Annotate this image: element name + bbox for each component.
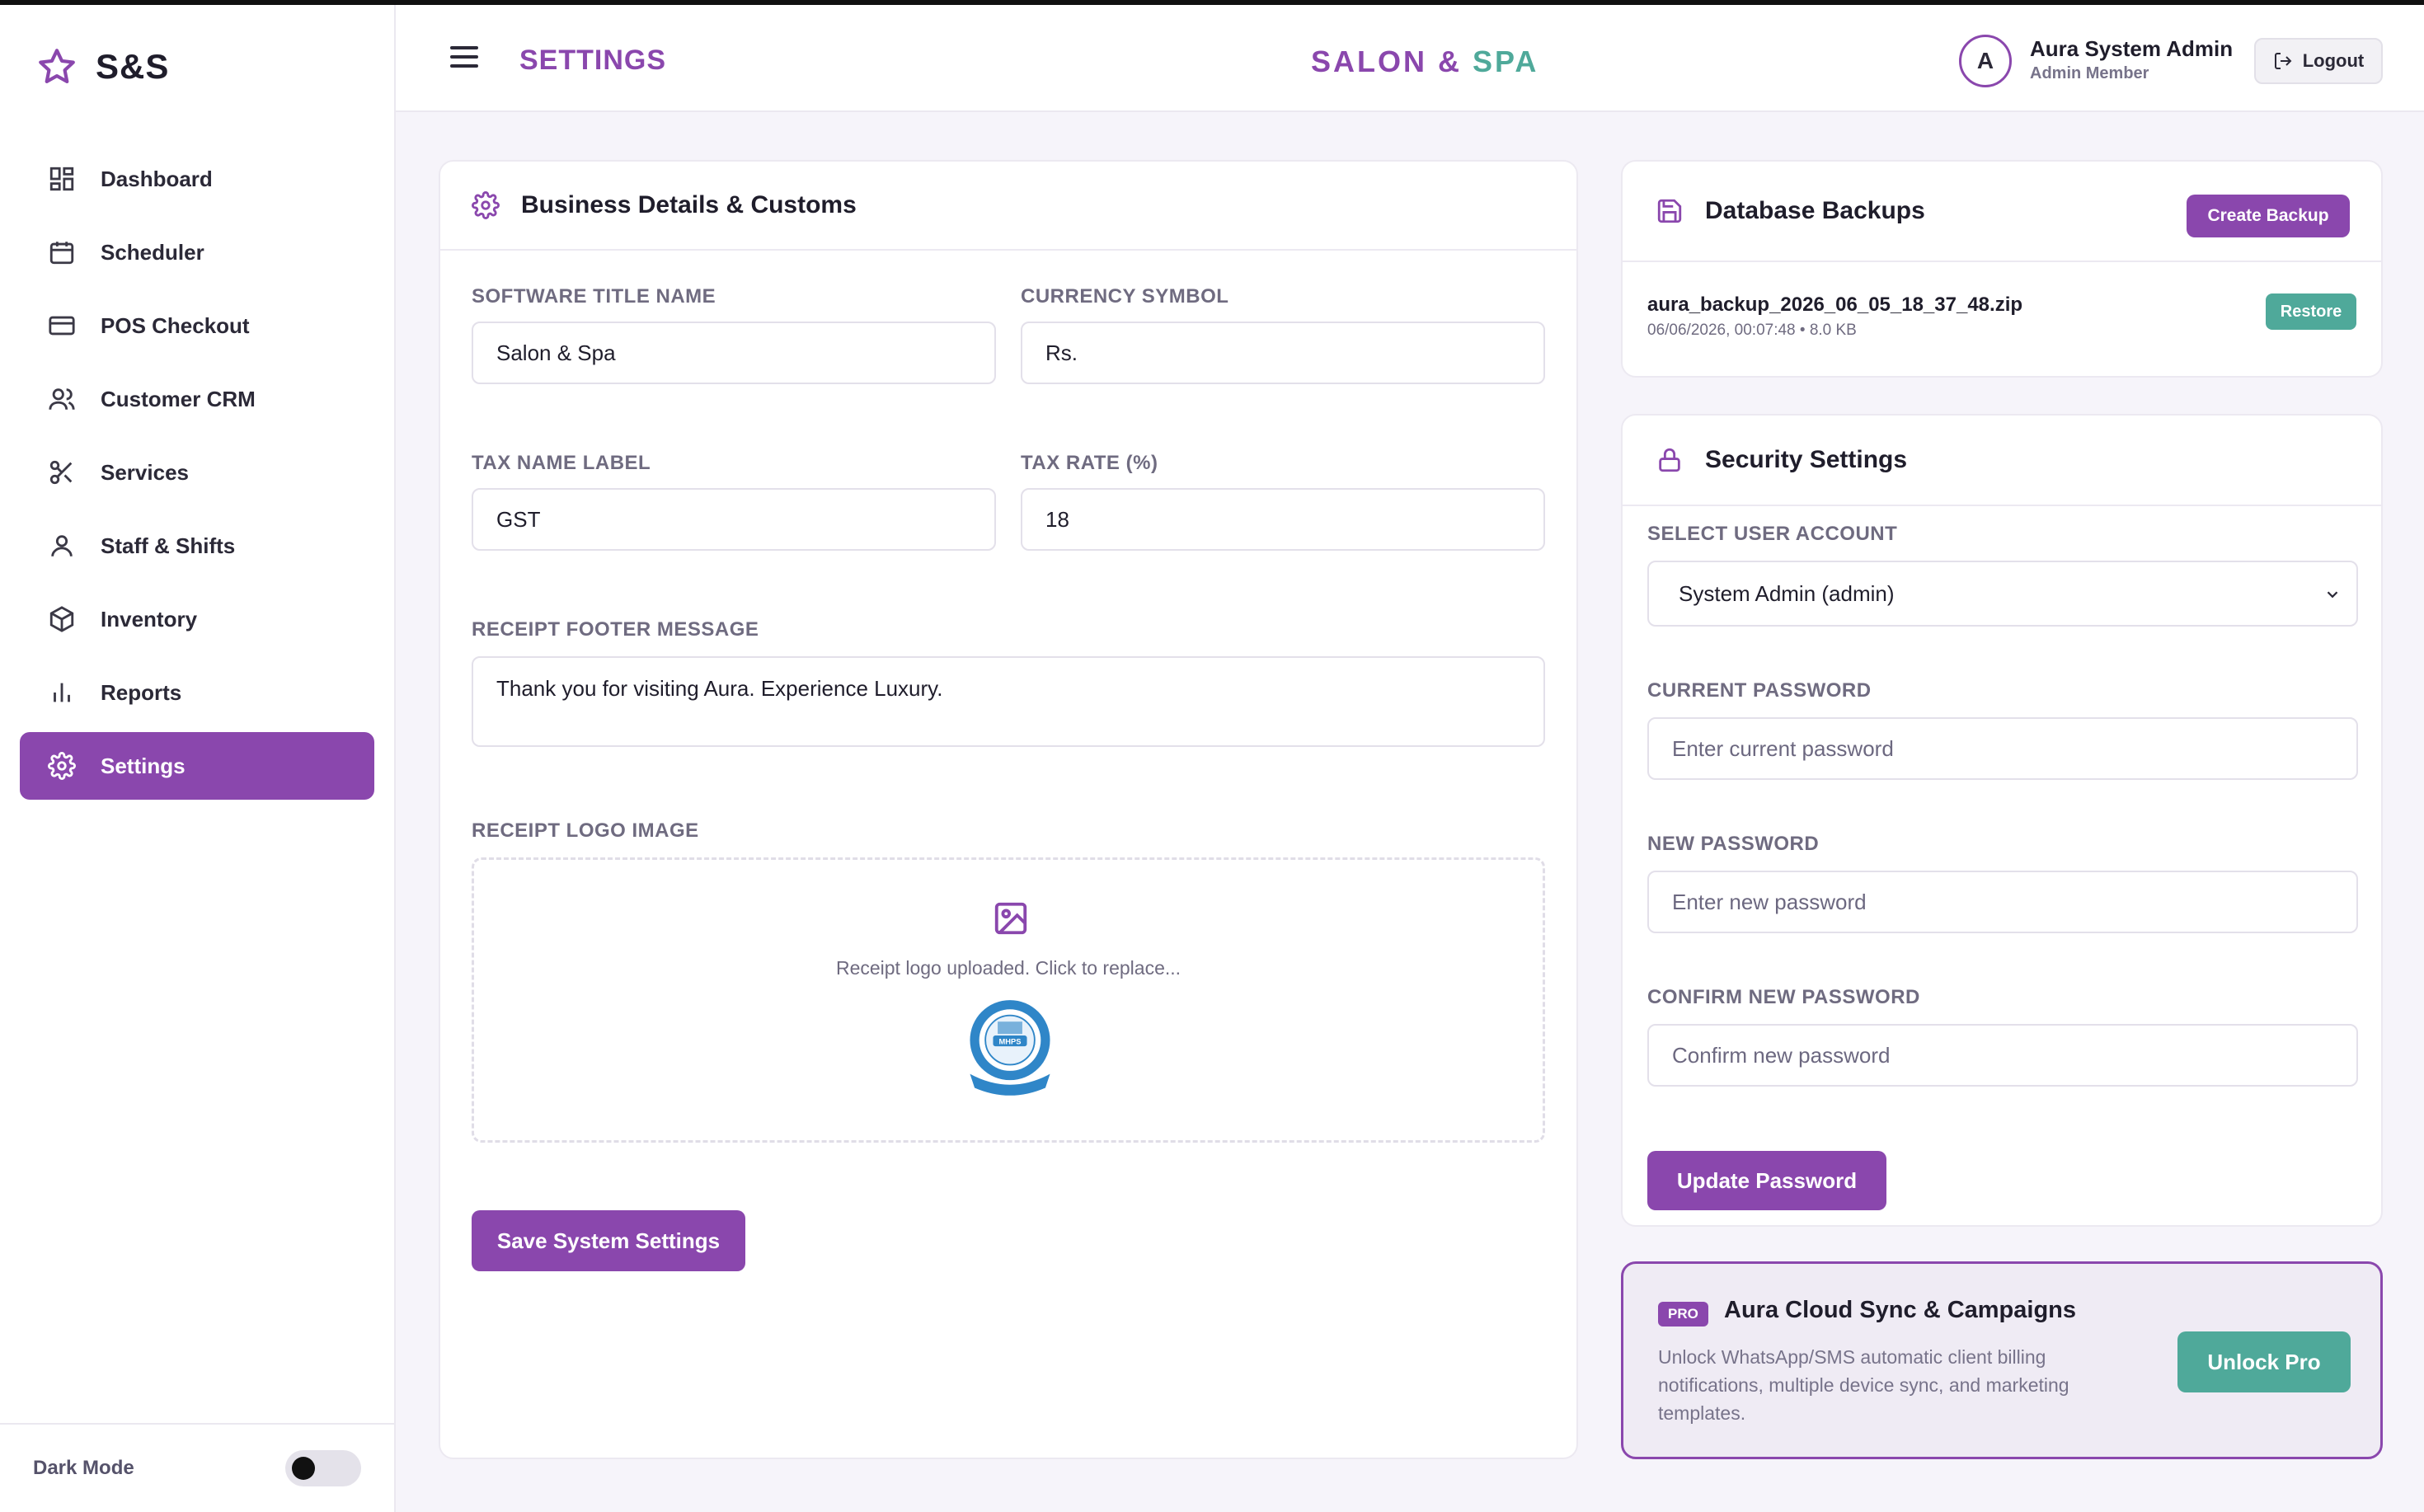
backup-file-name: aura_backup_2026_06_05_18_37_48.zip (1647, 293, 2023, 316)
logo-upload-hint: Receipt logo uploaded. Click to replace.… (835, 957, 1181, 979)
receipt-footer-textarea[interactable]: Thank you for visiting Aura. Experience … (472, 656, 1545, 747)
receipt-logo-label: RECEIPT LOGO IMAGE (472, 819, 699, 842)
svg-text:MHPS: MHPS (999, 1037, 1022, 1045)
user-name: Aura System Admin (2030, 36, 2234, 61)
user-icon (51, 535, 73, 556)
center-brand: SALON & SPA (1311, 45, 1539, 78)
logout-label: Logout (2302, 50, 2365, 71)
logout-icon (2274, 53, 2292, 69)
sidebar-item-customer-crm[interactable]: Customer CRM (20, 365, 374, 433)
top-header: SETTINGS SALON & SPA A Aura System Admin… (396, 5, 2424, 112)
brand[interactable]: S&S (36, 46, 169, 87)
sidebar-item-label: Dashboard (101, 166, 213, 191)
sidebar-item-staff-shifts[interactable]: Staff & Shifts (20, 512, 374, 580)
create-backup-button[interactable]: Create Backup (2187, 195, 2350, 237)
toggle-knob (292, 1457, 315, 1480)
current-password-input[interactable] (1647, 717, 2358, 780)
new-password-input[interactable] (1647, 871, 2358, 933)
security-settings-card: Security Settings SELECT USER ACCOUNT Sy… (1621, 414, 2383, 1227)
unlock-pro-button[interactable]: Unlock Pro (2177, 1331, 2351, 1392)
save-disk-icon (1657, 199, 1682, 223)
sidebar-item-label: Reports (101, 679, 182, 705)
pro-description: Unlock WhatsApp/SMS automatic client bil… (1658, 1346, 2069, 1424)
card-header: Business Details & Customs (440, 162, 1576, 251)
chevron-down-icon (2327, 591, 2338, 599)
current-password-label: CURRENT PASSWORD (1647, 679, 1872, 702)
sidebar-nav: Dashboard Scheduler POS Checkout Custome… (20, 145, 374, 805)
sidebar-item-inventory[interactable]: Inventory (20, 585, 374, 653)
save-settings-button[interactable]: Save System Settings (472, 1210, 745, 1271)
hamburger-menu-icon[interactable] (450, 46, 478, 69)
sidebar-item-label: Settings (101, 753, 186, 778)
tax-rate-input[interactable]: 18 (1021, 488, 1545, 551)
dark-mode-label: Dark Mode (33, 1457, 134, 1479)
sidebar-item-label: POS Checkout (101, 312, 250, 338)
sidebar-item-dashboard[interactable]: Dashboard (20, 145, 374, 213)
sidebar-item-reports[interactable]: Reports (20, 659, 374, 726)
restore-button[interactable]: Restore (2266, 293, 2356, 330)
backup-file-meta: 06/06/2026, 00:07:48 • 8.0 KB (1647, 322, 1857, 339)
sidebar: S&S Dashboard Scheduler POS Checkout Cus… (0, 5, 396, 1512)
dark-mode-row: Dark Mode (0, 1423, 394, 1512)
credit-card-icon (49, 316, 75, 336)
new-password-label: NEW PASSWORD (1647, 833, 1820, 855)
currency-symbol-input[interactable]: Rs. (1021, 322, 1545, 384)
sidebar-item-pos-checkout[interactable]: POS Checkout (20, 292, 374, 359)
star-icon (39, 49, 75, 83)
user-role: Admin Member (2030, 64, 2149, 82)
receipt-footer-label: RECEIPT FOOTER MESSAGE (472, 618, 759, 641)
card-title: Database Backups (1705, 197, 1925, 224)
sidebar-item-label: Scheduler (101, 239, 204, 265)
gear-icon (472, 191, 500, 219)
sidebar-item-label: Customer CRM (101, 386, 256, 411)
sidebar-item-settings[interactable]: Settings (20, 732, 374, 800)
card-title: Business Details & Customs (521, 191, 857, 218)
backup-list-item: aura_backup_2026_06_05_18_37_48.zip 06/0… (1647, 293, 2356, 351)
pro-title: Aura Cloud Sync & Campaigns (1724, 1297, 2077, 1323)
lock-icon (1659, 448, 1680, 472)
box-icon (49, 606, 74, 632)
sidebar-item-scheduler[interactable]: Scheduler (20, 218, 374, 286)
card-title: Security Settings (1705, 446, 1908, 473)
pro-badge: PRO (1658, 1302, 1708, 1327)
avatar[interactable]: A (1959, 35, 2012, 87)
dark-mode-toggle[interactable] (285, 1450, 361, 1486)
receipt-logo-image: MHPS (970, 1000, 1050, 1096)
user-account-select[interactable]: System Admin (admin) (1647, 561, 2358, 627)
bar-chart-icon (54, 683, 70, 702)
logout-button[interactable]: Logout (2254, 38, 2383, 84)
page-title: SETTINGS (519, 45, 667, 76)
software-title-label: SOFTWARE TITLE NAME (472, 285, 716, 308)
pro-promo-card: PRO Aura Cloud Sync & Campaigns Unlock W… (1621, 1261, 2383, 1459)
calendar-icon (49, 242, 74, 265)
software-title-input[interactable]: Salon & Spa (472, 322, 996, 384)
card-header: Security Settings (1623, 416, 2381, 506)
gear-icon (48, 752, 76, 780)
database-backups-card: Database Backups Create Backup aura_back… (1621, 160, 2383, 378)
confirm-password-label: CONFIRM NEW PASSWORD (1647, 986, 1920, 1008)
sidebar-item-label: Staff & Shifts (101, 533, 236, 558)
currency-symbol-label: CURRENCY SYMBOL (1021, 285, 1229, 308)
scissors-icon (49, 460, 73, 485)
tax-rate-label: TAX RATE (%) (1021, 452, 1158, 474)
tax-name-input[interactable]: GST (472, 488, 996, 551)
users-icon (49, 388, 75, 410)
brand-name: S&S (96, 47, 170, 86)
sidebar-item-label: Services (101, 459, 189, 485)
logo-upload-dropzone[interactable]: Receipt logo uploaded. Click to replace.… (472, 857, 1545, 1143)
user-account-selected: System Admin (admin) (1679, 580, 1895, 606)
dashboard-icon (49, 167, 74, 191)
sidebar-item-label: Inventory (101, 606, 198, 632)
tax-name-label: TAX NAME LABEL (472, 452, 651, 474)
update-password-button[interactable]: Update Password (1647, 1151, 1886, 1210)
business-details-card: Business Details & Customs SOFTWARE TITL… (439, 160, 1578, 1459)
sidebar-item-services[interactable]: Services (20, 439, 374, 506)
image-icon (994, 902, 1027, 935)
confirm-password-input[interactable] (1647, 1024, 2358, 1087)
select-user-label: SELECT USER ACCOUNT (1647, 523, 1898, 545)
